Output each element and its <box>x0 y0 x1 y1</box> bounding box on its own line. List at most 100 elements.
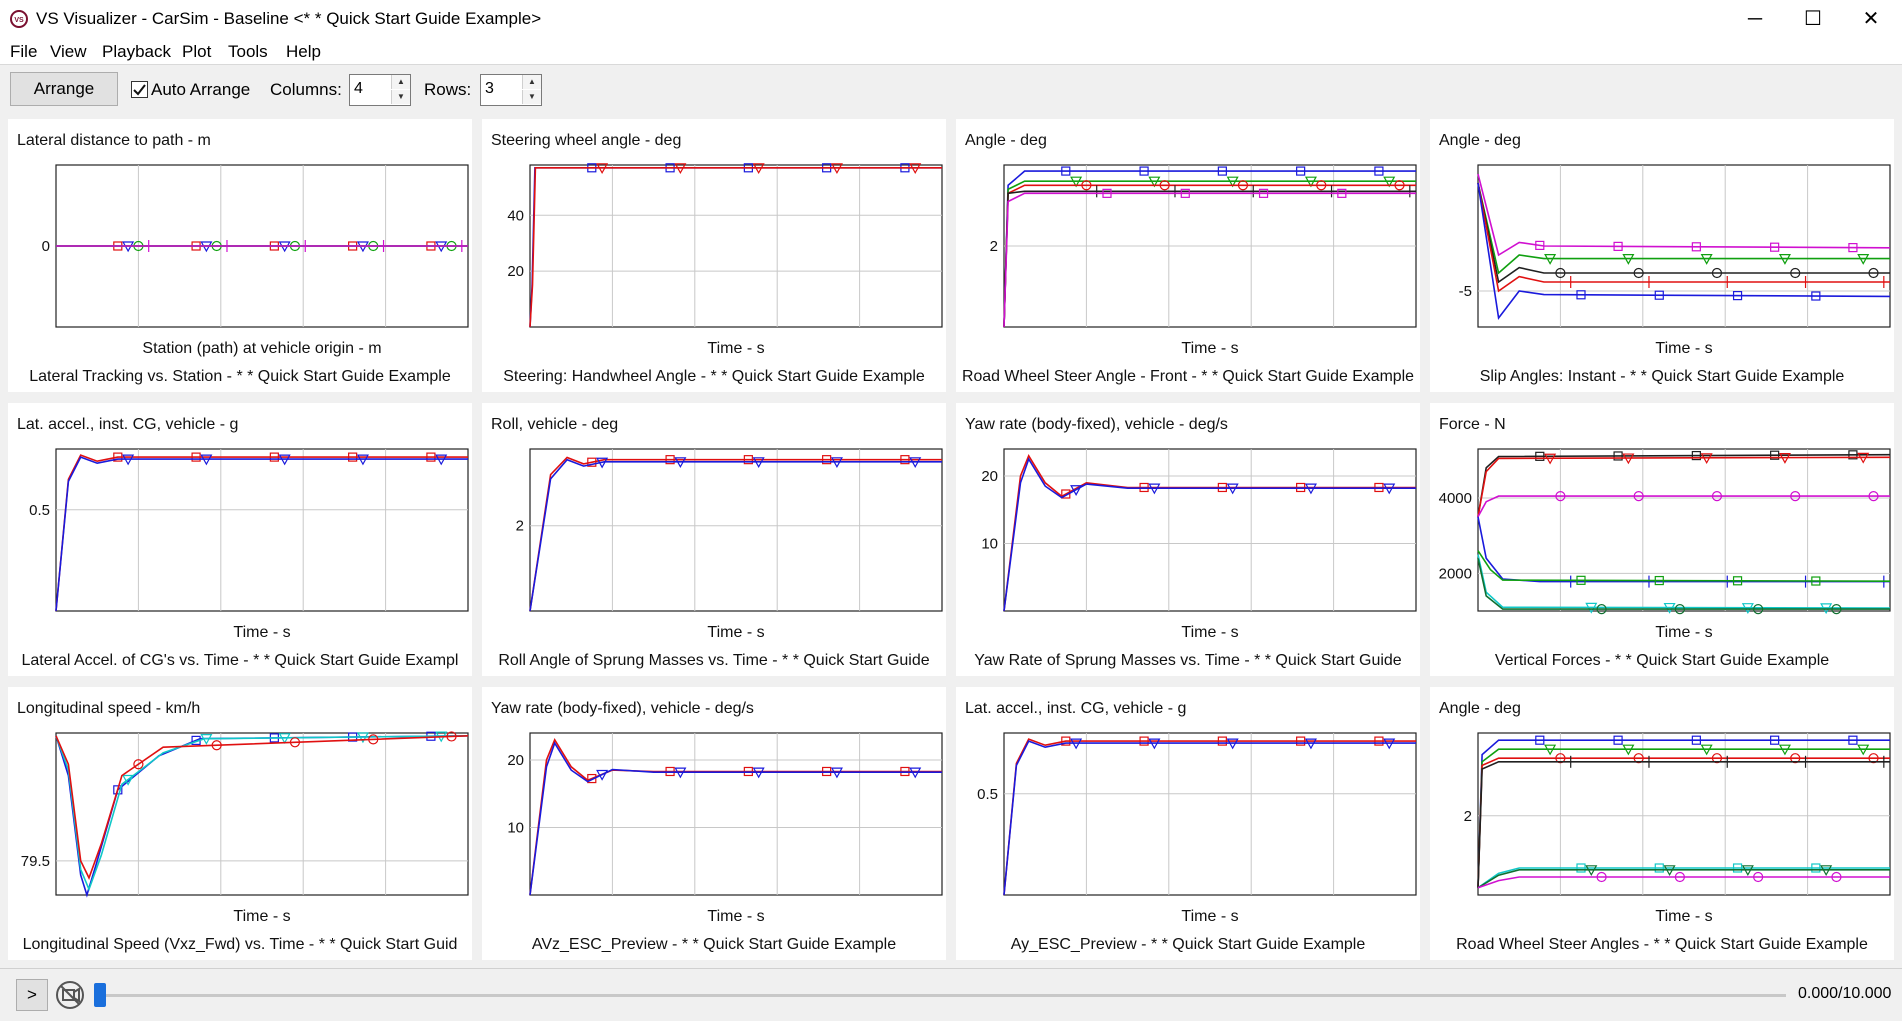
plot-panel[interactable]: Lat. accel., inst. CG, vehicle - g 0.5 Tim… <box>8 403 472 676</box>
x-axis-label: Time - s <box>1655 624 1712 641</box>
plot-area <box>1003 448 1417 612</box>
arrange-button[interactable]: Arrange <box>10 72 118 106</box>
y-tick-label: 20 <box>507 752 524 769</box>
auto-arrange-checkbox[interactable] <box>131 81 148 98</box>
y-axis-label: Steering wheel angle - deg <box>491 132 681 149</box>
y-axis-label: Longitudinal speed - km/h <box>17 700 200 717</box>
plot-title: Ay_ESC_Preview - * * Quick Start Guide E… <box>1011 936 1366 953</box>
plot-chart: Lateral distance to path - m 0 Station (pa… <box>17 132 469 385</box>
x-axis-label: Time - s <box>1181 340 1238 357</box>
y-tick-label: 0.5 <box>977 786 998 803</box>
plot-panel[interactable]: Force - N 2000 4000 Time - s Vertical Forces… <box>1430 403 1894 676</box>
y-tick-label: 40 <box>507 207 524 224</box>
y-tick-label: 10 <box>507 820 524 837</box>
plot-chart: Steering wheel angle - deg 20 40 Time - s St… <box>491 132 943 385</box>
rows-value: 3 <box>485 80 494 97</box>
playback-track[interactable] <box>96 994 1786 997</box>
maximize-button[interactable]: ☐ <box>1784 0 1842 38</box>
x-axis-label: Time - s <box>233 624 290 641</box>
auto-arrange-label: Auto Arrange <box>151 80 251 99</box>
plot-title: Slip Angles: Instant - * * Quick Start G… <box>1480 368 1845 385</box>
y-axis-label: Force - N <box>1439 416 1506 433</box>
time-readout: 0.000/10.000 <box>1798 985 1892 1002</box>
menu-playback[interactable]: Playback <box>102 42 171 62</box>
columns-label: Columns: <box>270 80 342 99</box>
x-axis-label: Time - s <box>707 340 764 357</box>
menu-file[interactable]: File <box>10 42 37 62</box>
window-title: VS Visualizer - CarSim - Baseline <* * Q… <box>36 9 542 28</box>
play-button[interactable]: > <box>16 979 48 1011</box>
menu-plot[interactable]: Plot <box>182 42 211 62</box>
columns-up-icon[interactable]: ▲ <box>391 75 410 89</box>
x-axis-label: Time - s <box>707 908 764 925</box>
plot-title: Yaw Rate of Sprung Masses vs. Time - * *… <box>974 652 1402 669</box>
playback-bar: > 0.000/10.000 <box>0 968 1902 1021</box>
menu-view[interactable]: View <box>50 42 87 62</box>
plot-title: Longitudinal Speed (Vxz_Fwd) vs. Time - … <box>23 936 458 953</box>
x-axis-label: Time - s <box>1181 624 1238 641</box>
y-axis-label: Yaw rate (body-fixed), vehicle - deg/s <box>965 416 1228 433</box>
plot-panel[interactable]: Yaw rate (body-fixed), vehicle - deg/s 10… <box>956 403 1420 676</box>
plot-panel[interactable]: Angle - deg 2 Time - s Road Wheel Steer Ang… <box>956 119 1420 392</box>
x-axis-label: Time - s <box>1655 908 1712 925</box>
x-axis-label: Time - s <box>707 624 764 641</box>
app-logo-icon: VS <box>10 10 28 28</box>
y-axis-label: Angle - deg <box>1439 132 1521 149</box>
plot-chart: Roll, vehicle - deg 2 Time - s Roll Angle o… <box>491 416 943 669</box>
plot-panel[interactable]: Steering wheel angle - deg 20 40 Time - s St… <box>482 119 946 392</box>
rows-up-icon[interactable]: ▲ <box>522 75 541 89</box>
y-tick-label: 2000 <box>1439 565 1472 582</box>
plot-panel[interactable]: Longitudinal speed - km/h 79.5 Time - s Lon… <box>8 687 472 960</box>
playback-slider-thumb[interactable] <box>94 983 106 1007</box>
plot-panel[interactable]: Yaw rate (body-fixed), vehicle - deg/s 10… <box>482 687 946 960</box>
y-tick-label: -5 <box>1459 283 1472 300</box>
y-axis-label: Lat. accel., inst. CG, vehicle - g <box>965 700 1186 717</box>
plot-chart: Yaw rate (body-fixed), vehicle - deg/s 10… <box>491 700 943 953</box>
plot-area <box>529 448 943 612</box>
menu-help[interactable]: Help <box>286 42 321 62</box>
plot-chart: Lat. accel., inst. CG, vehicle - g 0.5 Tim… <box>17 416 469 669</box>
y-axis-label: Angle - deg <box>965 132 1047 149</box>
plot-title: Steering: Handwheel Angle - * * Quick St… <box>503 368 925 385</box>
plot-panel[interactable]: Lat. accel., inst. CG, vehicle - g 0.5 Tim… <box>956 687 1420 960</box>
plot-chart: Angle - deg 2 Time - s Road Wheel Steer Ang… <box>1439 700 1891 953</box>
plot-panel[interactable]: Angle - deg 2 Time - s Road Wheel Steer Ang… <box>1430 687 1894 960</box>
plot-area <box>1003 732 1417 896</box>
x-axis-label: Time - s <box>233 908 290 925</box>
y-axis-label: Lateral distance to path - m <box>17 132 211 149</box>
rows-down-icon[interactable]: ▼ <box>522 90 541 104</box>
plot-title: Roll Angle of Sprung Masses vs. Time - *… <box>498 652 929 669</box>
x-axis-label: Time - s <box>1181 908 1238 925</box>
svg-text:VS: VS <box>14 17 24 24</box>
plot-title: AVz_ESC_Preview - * * Quick Start Guide … <box>532 936 896 953</box>
columns-spinner[interactable]: 4 ▲ ▼ <box>349 74 411 106</box>
columns-down-icon[interactable]: ▼ <box>391 90 410 104</box>
y-axis-label: Lat. accel., inst. CG, vehicle - g <box>17 416 238 433</box>
y-tick-label: 20 <box>981 468 998 485</box>
plot-title: Road Wheel Steer Angle - Front - * * Qui… <box>962 368 1414 385</box>
plot-area <box>55 732 469 896</box>
menu-tools[interactable]: Tools <box>228 42 268 62</box>
plot-title: Lateral Accel. of CG's vs. Time - * * Qu… <box>22 652 459 669</box>
plot-area <box>529 164 943 328</box>
plot-chart: Force - N 2000 4000 Time - s Vertical Forces… <box>1439 416 1891 669</box>
close-button[interactable]: ✕ <box>1842 0 1900 38</box>
x-axis-label: Station (path) at vehicle origin - m <box>142 340 381 357</box>
plot-chart: Yaw rate (body-fixed), vehicle - deg/s 10… <box>965 416 1417 669</box>
y-tick-label: 20 <box>507 263 524 280</box>
plot-panel[interactable]: Lateral distance to path - m 0 Station (pa… <box>8 119 472 392</box>
plot-grid: Lateral distance to path - m 0 Station (pa… <box>0 115 1902 968</box>
rows-spinner[interactable]: 3 ▲ ▼ <box>480 74 542 106</box>
plot-chart: Angle - deg -5 Time - s Slip Angles: Instan… <box>1439 132 1891 385</box>
y-tick-label: 2 <box>990 238 998 255</box>
columns-value: 4 <box>354 80 363 97</box>
no-video-icon[interactable] <box>54 979 86 1011</box>
y-axis-label: Yaw rate (body-fixed), vehicle - deg/s <box>491 700 754 717</box>
plot-panel[interactable]: Angle - deg -5 Time - s Slip Angles: Instan… <box>1430 119 1894 392</box>
y-tick-label: 0 <box>42 238 50 255</box>
minimize-button[interactable]: ─ <box>1726 0 1784 38</box>
y-tick-label: 2 <box>516 518 524 535</box>
plot-panel[interactable]: Roll, vehicle - deg 2 Time - s Roll Angle o… <box>482 403 946 676</box>
y-tick-label: 0.5 <box>29 502 50 519</box>
y-tick-label: 4000 <box>1439 490 1472 507</box>
